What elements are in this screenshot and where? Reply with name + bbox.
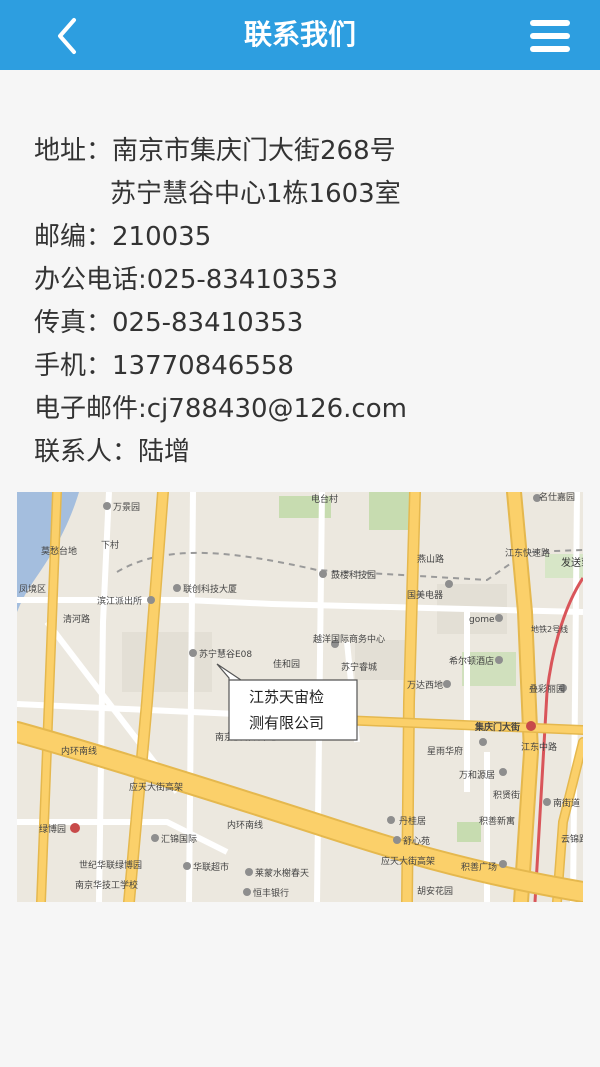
map-label: 积贤街 xyxy=(493,789,520,801)
map-label: 滨江派出所 xyxy=(97,595,142,607)
map-label: 莱蒙水榭春天 xyxy=(255,867,309,879)
contact-person: 联系人：陆增 xyxy=(34,437,191,467)
map-label: 应天大街高架 xyxy=(129,781,183,793)
map-label: 国美电器 xyxy=(407,589,443,601)
map-label: 苏宁慧谷E08 xyxy=(199,648,252,660)
contact-info: 地址：南京市集庆门大街268号 苏宁慧谷中心1栋1603室 邮编：210035 … xyxy=(34,130,594,474)
hamburger-menu-bar xyxy=(530,46,570,52)
postcode: 邮编：210035 xyxy=(34,222,212,252)
address-line-2: 苏宁慧谷中心1栋1603室 xyxy=(110,179,401,209)
map-label: 江东快速路 xyxy=(505,547,550,559)
map-label: 内环南线 xyxy=(61,745,97,757)
map-label: 世纪华联绿博园 xyxy=(79,859,142,871)
map-label: 汇锦国际 xyxy=(161,833,197,845)
map-label: 叠彩丽园 xyxy=(529,684,565,695)
page-title: 联系我们 xyxy=(243,18,356,51)
map-label: 发送到 xyxy=(561,556,583,569)
map-label: 舒心苑 xyxy=(403,835,430,847)
map-label: 万和源居 xyxy=(459,770,495,781)
map-label: gome xyxy=(469,615,495,625)
map-label: 佳和园 xyxy=(273,658,300,670)
map-label: 莫愁台地 xyxy=(41,545,77,557)
menu-button[interactable] xyxy=(526,18,574,54)
callout-text: 测有限公司 xyxy=(249,714,324,732)
map-label: 名仕嘉园 xyxy=(539,492,575,503)
office-phone[interactable]: 办公电话:025-83410353 xyxy=(34,259,594,302)
park-area xyxy=(457,822,481,842)
map-label: 鼓楼科技园 xyxy=(331,569,376,581)
map-label: 燕山路 xyxy=(417,553,444,565)
map-label: 绿博园 xyxy=(39,823,66,835)
map-label: 苏宁睿城 xyxy=(341,661,377,673)
map-label: 积善新寓 xyxy=(479,815,515,827)
mobile-phone[interactable]: 手机：13770846558 xyxy=(34,345,594,388)
email[interactable]: 电子邮件:cj788430@126.com xyxy=(34,388,594,431)
map-label: 江东中路 xyxy=(521,741,557,753)
location-map[interactable]: 电台村 名仕嘉园 万景园 莫愁台地 下村 滨江派出所 清河路 凤境区 鼓楼科技园… xyxy=(17,492,583,902)
map-label: 积善广场 xyxy=(461,861,497,873)
map-label: 胡安花园 xyxy=(417,885,453,897)
map-label: 云锦路 xyxy=(561,833,583,845)
map-label: 越洋国际商务中心 xyxy=(313,633,385,645)
map-label: 万达西地 xyxy=(407,679,443,691)
map-label: 万景园 xyxy=(113,502,140,513)
map-label: 星雨华府 xyxy=(427,745,463,757)
map-label: 联创科技大厦 xyxy=(183,583,237,595)
address-line-1: 地址：南京市集庆门大街268号 xyxy=(34,136,396,166)
hamburger-menu-bar xyxy=(530,33,570,39)
map-label: 清河路 xyxy=(63,613,90,625)
map-label: 南京华技工学校 xyxy=(75,879,138,891)
map-label: 恒丰银行 xyxy=(253,887,289,899)
city-block xyxy=(122,632,212,692)
map-label: 地铁2号线 xyxy=(531,624,568,634)
map-label: 下村 xyxy=(101,539,119,551)
map-label: 应天大街高架 xyxy=(381,855,435,867)
map-label: 电台村 xyxy=(311,493,338,505)
map-label: 内环南线 xyxy=(227,819,263,831)
map-label: 丹桂居 xyxy=(399,815,426,827)
map-label: 希尔顿酒店 xyxy=(449,655,494,667)
map-label: 南街道 xyxy=(553,797,580,809)
map-label: 华联超市 xyxy=(193,861,229,873)
map-label: 凤境区 xyxy=(19,583,46,595)
callout-text: 江苏天宙检 xyxy=(249,688,324,706)
hamburger-menu-icon xyxy=(530,20,570,26)
fax: 传真：025-83410353 xyxy=(34,308,304,338)
map-label: 集庆门大街 xyxy=(474,721,520,733)
app-header: 联系我们 xyxy=(0,0,600,70)
